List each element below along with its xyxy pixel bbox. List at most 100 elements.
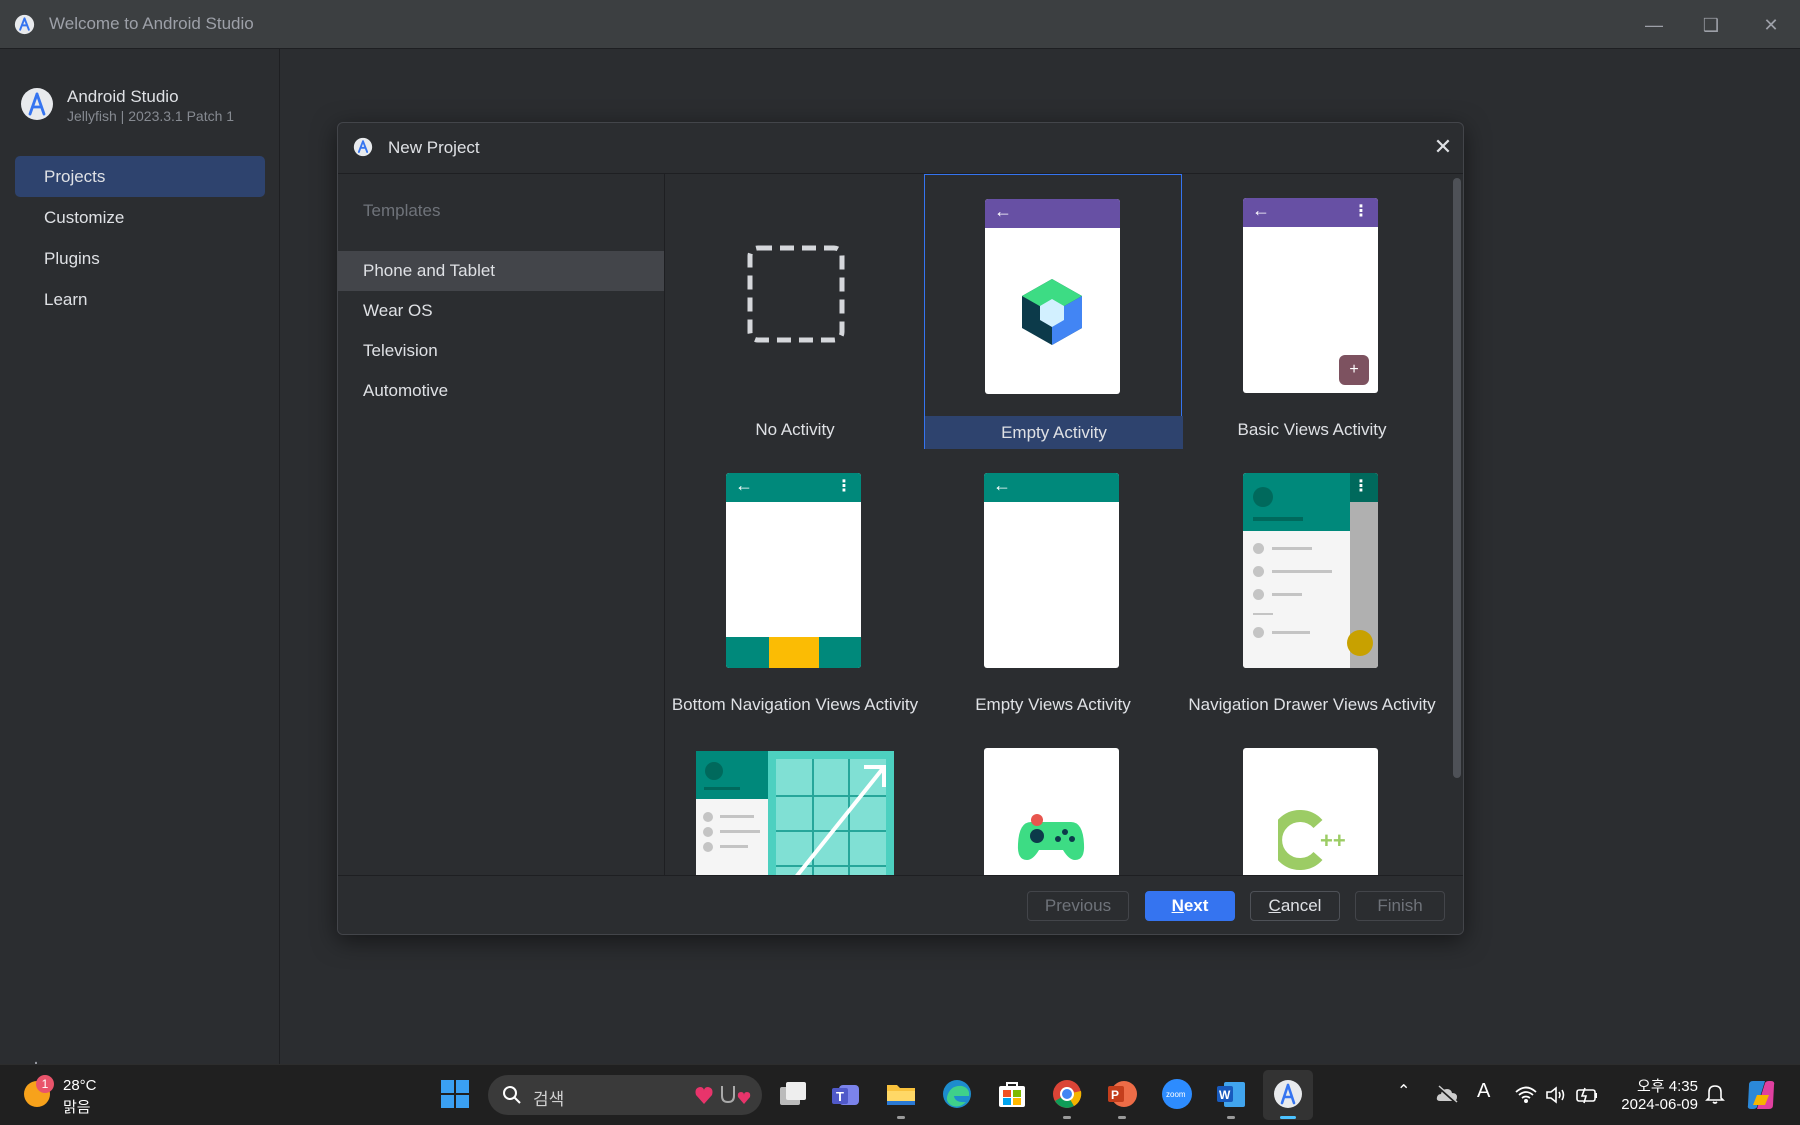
welcome-sidebar: Android Studio Jellyfish | 2023.3.1 Patc…	[0, 49, 280, 1081]
sidebar-item-plugins[interactable]: Plugins	[15, 238, 265, 279]
android-studio-icon	[14, 14, 35, 35]
search-highlight-icon	[695, 1086, 751, 1104]
template-label: Bottom Navigation Views Activity	[671, 695, 919, 714]
category-television[interactable]: Television	[338, 331, 664, 371]
notification-bell-icon[interactable]	[1705, 1083, 1725, 1105]
svg-text:T: T	[836, 1089, 844, 1104]
svg-text:++: ++	[1320, 828, 1346, 853]
onedrive-icon[interactable]	[1436, 1085, 1458, 1105]
restore-button[interactable]: ❑	[1691, 10, 1731, 40]
template-game-activity[interactable]	[924, 724, 1182, 876]
template-label: Empty Views Activity	[975, 695, 1131, 714]
search-placeholder: 검색	[533, 1090, 565, 1109]
template-grid: No Activity ← Empty Activity ← ⋮ + Basic …	[666, 174, 1449, 876]
active-indicator	[1280, 1116, 1296, 1119]
file-explorer-icon[interactable]	[884, 1077, 918, 1111]
finish-button[interactable]: Finish	[1355, 891, 1445, 921]
sidebar-item-projects[interactable]: Projects	[15, 156, 265, 197]
svg-text:P: P	[1111, 1088, 1119, 1102]
windows-taskbar: 1 28°C 맑음 검색 T P zoom W ⌃ A 오후 4:35 2024…	[0, 1064, 1800, 1125]
sidebar-item-learn[interactable]: Learn	[15, 279, 265, 320]
weather-temperature: 28°C	[63, 1077, 97, 1094]
android-studio-taskbar-button[interactable]	[1263, 1070, 1313, 1120]
windows-start-icon[interactable]	[438, 1077, 472, 1111]
app-name: Android Studio	[67, 87, 179, 106]
app-version: Jellyfish | 2023.3.1 Patch 1	[67, 108, 235, 124]
template-categories: Templates Phone and Tablet Wear OS Telev…	[338, 174, 665, 876]
close-window-button[interactable]: ✕	[1751, 10, 1791, 40]
template-label: No Activity	[755, 420, 835, 439]
title-bar: Welcome to Android Studio — ❑ ✕	[0, 0, 1800, 49]
next-button[interactable]: Next	[1145, 891, 1235, 921]
template-scrollbar[interactable]	[1449, 174, 1463, 876]
cancel-button[interactable]: Cancel	[1250, 891, 1340, 921]
template-basic-views-activity[interactable]: ← ⋮ + Basic Views Activity	[1183, 174, 1441, 449]
dialog-footer: Previous Next Cancel Finish	[338, 875, 1463, 934]
clock-date[interactable]: 2024-06-09	[1610, 1096, 1698, 1113]
dashed-square-icon	[747, 245, 845, 343]
template-navigation-drawer-views-activity[interactable]: ⋮ Navigation Drawer Views Activity	[1183, 449, 1441, 724]
battery-icon[interactable]	[1575, 1085, 1599, 1105]
category-wear-os[interactable]: Wear OS	[338, 291, 664, 331]
dialog-title: New Project	[388, 138, 480, 157]
powerpoint-icon[interactable]: P	[1105, 1077, 1139, 1111]
empty-views-preview-icon: ←	[984, 473, 1119, 668]
previous-button[interactable]: Previous	[1027, 891, 1129, 921]
basic-views-preview-icon: ← ⋮ +	[1243, 198, 1378, 393]
task-view-icon[interactable]	[776, 1077, 810, 1111]
phone-preview: ++	[1243, 748, 1378, 876]
minimize-button[interactable]: —	[1634, 10, 1674, 40]
copilot-icon[interactable]	[1743, 1077, 1779, 1113]
android-studio-icon	[353, 137, 373, 157]
weather-description: 맑음	[63, 1099, 91, 1116]
category-phone-and-tablet[interactable]: Phone and Tablet	[338, 251, 664, 291]
android-studio-logo-icon	[21, 88, 53, 120]
new-project-dialog: New Project ✕ Templates Phone and Tablet…	[337, 122, 1464, 935]
zoom-icon[interactable]: zoom	[1160, 1077, 1194, 1111]
template-empty-views-activity[interactable]: ← Empty Views Activity	[924, 449, 1182, 724]
running-indicator	[897, 1116, 905, 1119]
wifi-icon[interactable]	[1515, 1085, 1537, 1105]
phone-preview	[984, 748, 1119, 876]
nav-drawer-preview-icon: ⋮	[1243, 473, 1378, 668]
teams-icon[interactable]: T	[829, 1077, 863, 1111]
close-icon[interactable]: ✕	[1432, 136, 1454, 158]
word-icon[interactable]: W	[1214, 1077, 1248, 1111]
chrome-icon[interactable]	[1050, 1077, 1084, 1111]
running-indicator	[1227, 1116, 1235, 1119]
cpp-logo-icon: ++	[1278, 810, 1346, 870]
category-automotive[interactable]: Automotive	[338, 371, 664, 411]
sidebar-item-customize[interactable]: Customize	[15, 197, 265, 238]
android-studio-icon	[1274, 1080, 1302, 1108]
template-label: Navigation Drawer Views Activity	[1188, 695, 1436, 714]
speaker-icon[interactable]	[1545, 1085, 1567, 1105]
dialog-body: Templates Phone and Tablet Wear OS Telev…	[338, 173, 1463, 876]
clock-time[interactable]: 오후 4:35	[1620, 1075, 1698, 1096]
window-title: Welcome to Android Studio	[49, 14, 254, 33]
scrollbar-thumb[interactable]	[1453, 178, 1461, 778]
template-responsive-views-activity[interactable]	[666, 724, 924, 876]
running-indicator	[1063, 1116, 1071, 1119]
next-label-rest: ext	[1183, 896, 1209, 915]
edge-icon[interactable]	[940, 1077, 974, 1111]
chevron-up-icon[interactable]: ⌃	[1397, 1081, 1410, 1101]
android-studio-window: Welcome to Android Studio — ❑ ✕ Android …	[0, 0, 1800, 1081]
compose-logo-icon	[1022, 279, 1082, 345]
svg-text:zoom: zoom	[1166, 1090, 1186, 1099]
microsoft-store-icon[interactable]	[995, 1077, 1029, 1111]
taskbar-search[interactable]: 검색	[488, 1075, 762, 1115]
template-no-activity[interactable]: No Activity	[666, 174, 924, 449]
bottom-nav-preview-icon: ← ⋮	[726, 473, 861, 668]
template-bottom-navigation-views-activity[interactable]: ← ⋮ Bottom Navigation Views Activity	[666, 449, 924, 724]
cancel-label-rest: ancel	[1280, 896, 1322, 915]
notification-badge: 1	[36, 1075, 54, 1093]
phone-preview: ←	[985, 199, 1120, 394]
running-indicator	[1118, 1116, 1126, 1119]
templates-heading: Templates	[363, 201, 441, 220]
template-native-cpp[interactable]: ++	[1183, 724, 1441, 876]
template-empty-activity[interactable]: ← Empty Activity	[924, 174, 1183, 449]
cancel-mnemonic: C	[1268, 896, 1281, 915]
responsive-preview-icon	[696, 751, 894, 876]
next-mnemonic: N	[1171, 896, 1184, 915]
input-method-icon[interactable]: A	[1477, 1080, 1490, 1103]
